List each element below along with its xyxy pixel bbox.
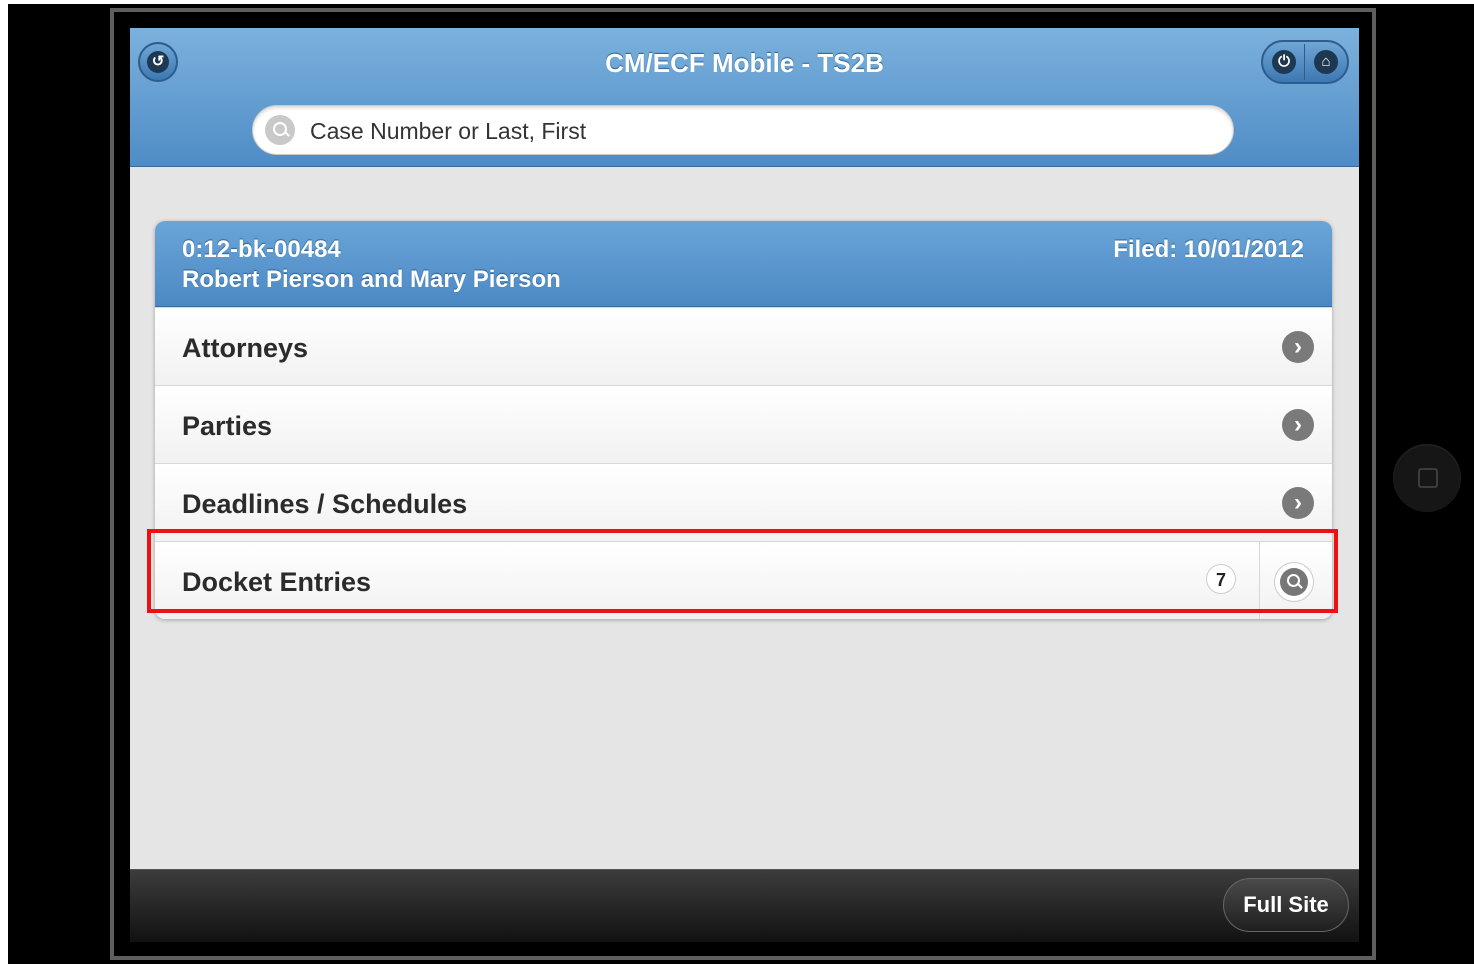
list-item-label: Deadlines / Schedules (182, 489, 468, 519)
split-divider (1259, 542, 1260, 619)
list-item-label: Parties (182, 411, 273, 441)
chevron-right-icon: › (1282, 331, 1314, 363)
device-home-button[interactable] (1393, 444, 1461, 512)
list-item-deadlines-schedules[interactable]: Deadlines / Schedules › (155, 463, 1332, 541)
list-item-attorneys[interactable]: Attorneys › (155, 307, 1332, 385)
app-header: ↺ CM/ECF Mobile - TS2B ⏻ ⌂ (130, 28, 1359, 167)
case-card: 0:12-bk-00484 Robert Pierson and Mary Pi… (155, 221, 1332, 619)
search-icon (1280, 568, 1308, 596)
search-input[interactable] (308, 115, 1212, 147)
case-name: Robert Pierson and Mary Pierson (182, 266, 561, 293)
app-footer: Full Site (130, 869, 1359, 942)
power-icon[interactable]: ⏻ (1272, 50, 1296, 74)
button-group-divider (1304, 44, 1305, 80)
docket-search-button[interactable] (1274, 562, 1314, 602)
list-item-docket-entries[interactable]: Docket Entries 7 (155, 541, 1332, 619)
count-badge: 7 (1206, 564, 1236, 594)
list-item-parties[interactable]: Parties › (155, 385, 1332, 463)
home-square-icon (1418, 468, 1438, 488)
case-filed-date: Filed: 10/01/2012 (1113, 236, 1304, 263)
app-screen: ↺ CM/ECF Mobile - TS2B ⏻ ⌂ 0:12-bk-00484… (130, 28, 1359, 942)
search-bar (252, 105, 1234, 155)
list-item-label: Attorneys (182, 333, 309, 363)
chevron-right-icon: › (1282, 487, 1314, 519)
list-item-label: Docket Entries (182, 567, 372, 597)
page-title: CM/ECF Mobile - TS2B (605, 48, 884, 78)
case-header: 0:12-bk-00484 Robert Pierson and Mary Pi… (155, 221, 1332, 307)
case-number: 0:12-bk-00484 (182, 236, 341, 263)
chevron-right-icon: › (1282, 409, 1314, 441)
header-button-group: ⏻ ⌂ (1261, 40, 1349, 84)
search-icon (265, 115, 295, 145)
full-site-button[interactable]: Full Site (1223, 878, 1349, 932)
home-icon[interactable]: ⌂ (1314, 50, 1338, 74)
